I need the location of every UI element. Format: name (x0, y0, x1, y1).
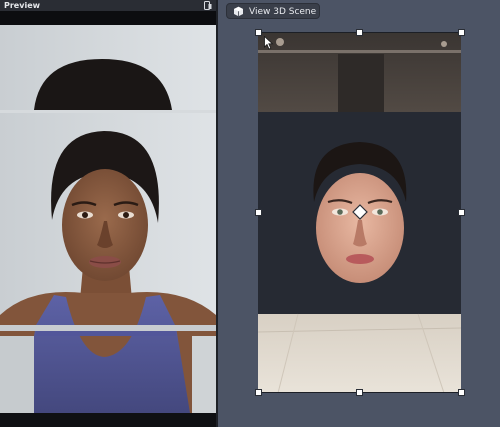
view-3d-scene-button[interactable]: View 3D Scene (226, 3, 320, 19)
transform-handle-middle-right[interactable] (458, 209, 465, 216)
preview-top-strip (0, 11, 216, 25)
cube-icon (234, 6, 243, 17)
phone-icon[interactable] (204, 1, 212, 10)
transform-handle-top-left[interactable] (255, 29, 262, 36)
transform-handle-middle-left[interactable] (255, 209, 262, 216)
camera-preview-image (0, 25, 216, 413)
preview-panel: Preview (0, 0, 216, 427)
preview-title: Preview (4, 1, 41, 10)
transform-handle-top-center[interactable] (356, 29, 363, 36)
scene-object-drawing (258, 32, 461, 393)
view-3d-scene-label: View 3D Scene (249, 7, 317, 17)
scene-object-plane[interactable] (258, 32, 461, 393)
camera-preview-drawing (0, 25, 216, 413)
preview-bottom-bar (0, 413, 216, 427)
transform-handle-bottom-center[interactable] (356, 389, 363, 396)
transform-handle-bottom-left[interactable] (255, 389, 262, 396)
mouse-cursor-icon (264, 36, 274, 50)
transform-handle-top-right[interactable] (458, 29, 465, 36)
preview-header: Preview (0, 0, 216, 11)
transform-handle-bottom-right[interactable] (458, 389, 465, 396)
